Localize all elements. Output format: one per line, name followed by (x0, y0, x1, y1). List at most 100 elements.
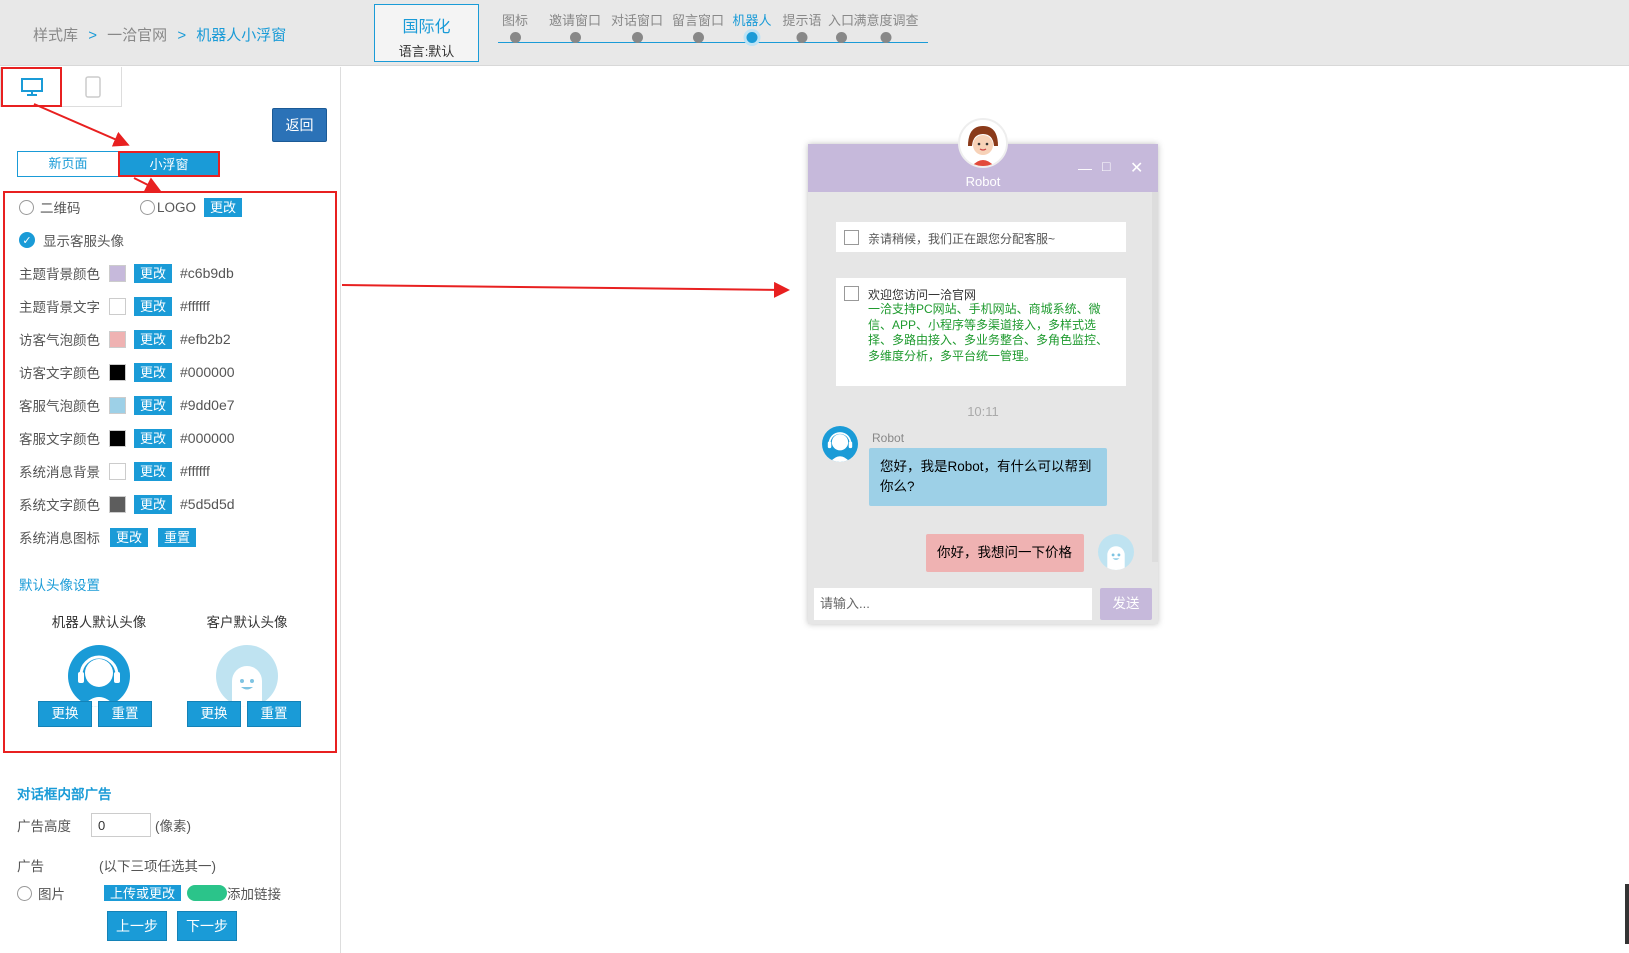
tab-float-window[interactable]: 小浮窗 (118, 151, 220, 177)
color-change-button[interactable]: 更改 (134, 263, 173, 283)
color-label: 主题背景颜色 (19, 267, 100, 282)
smiley-icon (232, 666, 262, 707)
ad-height-input[interactable]: 0 (91, 813, 151, 837)
color-row: 客服文字颜色 更改 #000000 (19, 426, 235, 450)
step-satisfaction[interactable]: 满意度调查 (853, 10, 919, 43)
chat-input[interactable]: 请输入... (814, 588, 1092, 620)
page-scrollbar[interactable] (1625, 884, 1629, 944)
step-chat-window[interactable]: 对话窗口 (611, 10, 663, 43)
ad-height-label: 广告高度 (17, 819, 71, 834)
system-icon-row: 系统消息图标 更改 重置 (19, 525, 197, 549)
agent-bubble: 您好，我是Robot，有什么可以帮到你么? (869, 448, 1107, 506)
visitor-chat-avatar (1098, 534, 1134, 570)
robot-avatar-reset-button[interactable]: 重置 (98, 701, 152, 727)
internationalization-button[interactable]: 国际化 语言:默认 (374, 4, 479, 62)
color-label: 访客气泡颜色 (19, 333, 100, 348)
client-avatar-replace-button[interactable]: 更换 (187, 701, 241, 727)
color-hex: #000000 (180, 364, 235, 380)
smiley-icon (1107, 546, 1125, 570)
color-swatch[interactable] (109, 396, 126, 414)
step-icon[interactable]: 图标 (502, 10, 528, 43)
color-change-button[interactable]: 更改 (134, 494, 173, 514)
ad-height-row: 广告高度 0 (像素) (17, 813, 191, 837)
client-avatar (216, 645, 278, 707)
headset-icon (78, 655, 120, 707)
color-row: 系统文字颜色 更改 #5d5d5d (19, 492, 235, 516)
top-bar: 样式库 > 一洽官网 > 机器人小浮窗 国际化 语言:默认 图标 邀请窗口 对话… (0, 0, 1629, 66)
system-icon-change-button[interactable]: 更改 (110, 527, 149, 547)
breadcrumb: 样式库 > 一洽官网 > 机器人小浮窗 (33, 24, 286, 45)
color-label: 访客文字颜色 (19, 366, 100, 381)
add-link-label: 添加链接 (227, 887, 282, 901)
color-change-button[interactable]: 更改 (134, 428, 173, 448)
step-message-window[interactable]: 留言窗口 (672, 10, 724, 43)
add-link-toggle[interactable] (187, 885, 228, 901)
color-hex: #5d5d5d (180, 496, 235, 512)
color-label: 系统消息背景 (19, 465, 100, 480)
color-hex: #c6b9db (180, 265, 234, 281)
breadcrumb-item-site[interactable]: 一洽官网 (107, 27, 167, 44)
send-button[interactable]: 发送 (1100, 588, 1152, 620)
tab-new-page[interactable]: 新页面 (17, 151, 119, 177)
logo-change-button[interactable]: 更改 (204, 197, 243, 217)
breadcrumb-separator: > (177, 27, 187, 44)
color-row: 系统消息背景 更改 #ffffff (19, 459, 210, 483)
color-hex: #ffffff (180, 463, 210, 479)
minimize-icon[interactable]: — (1078, 160, 1092, 176)
color-row: 访客文字颜色 更改 #000000 (19, 360, 235, 384)
color-change-button[interactable]: 更改 (134, 296, 173, 316)
logo-radio[interactable] (140, 199, 155, 215)
style-settings-box: 二维码 LOGO 更改 ✓ 显示客服头像 主题背景颜色 更改 #c6b9db 主… (3, 191, 337, 753)
system-message-icon (844, 230, 859, 245)
maximize-icon[interactable]: □ (1102, 158, 1110, 174)
robot-avatar-caption: 机器人默认头像 (51, 615, 147, 630)
ad-height-unit: (像素) (155, 819, 191, 834)
qr-radio[interactable] (19, 199, 34, 215)
step-prompt[interactable]: 提示语 (782, 10, 822, 43)
color-swatch[interactable] (109, 495, 126, 513)
color-change-button[interactable]: 更改 (134, 329, 173, 349)
step-invite-window[interactable]: 邀请窗口 (549, 10, 601, 43)
ad-image-row: 图片 上传或更改 添加链接 (17, 885, 281, 901)
color-swatch[interactable] (109, 264, 126, 282)
ad-upload-button[interactable]: 上传或更改 (104, 885, 182, 901)
chat-scrollbar[interactable] (1152, 192, 1158, 562)
ad-image-radio[interactable] (17, 885, 32, 901)
checkmark-icon[interactable]: ✓ (19, 232, 35, 248)
color-change-button[interactable]: 更改 (134, 395, 173, 415)
welcome-title: 欢迎您访问一洽官网 (868, 288, 977, 302)
color-swatch[interactable] (109, 363, 126, 381)
device-tab-mobile[interactable] (62, 67, 123, 107)
message-time: 10:11 (967, 404, 999, 419)
system-message-text: 亲请稍候，我们正在跟您分配客服~ (868, 232, 1056, 246)
prev-step-button[interactable]: 上一步 (107, 911, 167, 941)
robot-avatar-col: 机器人默认头像 (39, 611, 159, 707)
system-message-icon (844, 286, 859, 301)
ad-image-label: 图片 (38, 887, 65, 901)
avatar-section-title: 默认头像设置 (19, 578, 100, 593)
color-swatch[interactable] (109, 429, 126, 447)
robot-avatar-replace-button[interactable]: 更换 (38, 701, 92, 727)
robot-avatar-buttons: 更换 重置 (38, 701, 152, 727)
breadcrumb-item-library[interactable]: 样式库 (33, 27, 78, 44)
step-robot[interactable]: 机器人 (732, 10, 772, 46)
color-change-button[interactable]: 更改 (134, 362, 173, 382)
next-step-button[interactable]: 下一步 (177, 911, 237, 941)
color-hex: #efb2b2 (180, 331, 231, 347)
device-tabs (0, 67, 122, 107)
client-avatar-buttons: 更换 重置 (187, 701, 301, 727)
client-avatar-reset-button[interactable]: 重置 (247, 701, 301, 727)
system-icon-label: 系统消息图标 (19, 531, 100, 546)
color-swatch[interactable] (109, 297, 126, 315)
color-swatch[interactable] (109, 462, 126, 480)
color-swatch[interactable] (109, 330, 126, 348)
client-avatar-caption: 客户默认头像 (206, 615, 288, 630)
step-entry[interactable]: 入口 (828, 10, 854, 43)
system-icon-reset-button[interactable]: 重置 (158, 527, 197, 547)
logo-label: LOGO (157, 199, 197, 215)
color-change-button[interactable]: 更改 (134, 461, 173, 481)
device-tab-pc[interactable] (1, 67, 62, 107)
show-avatar-row: ✓ 显示客服头像 (19, 228, 124, 252)
back-button[interactable]: 返回 (272, 108, 327, 142)
close-icon[interactable]: ✕ (1130, 158, 1143, 178)
